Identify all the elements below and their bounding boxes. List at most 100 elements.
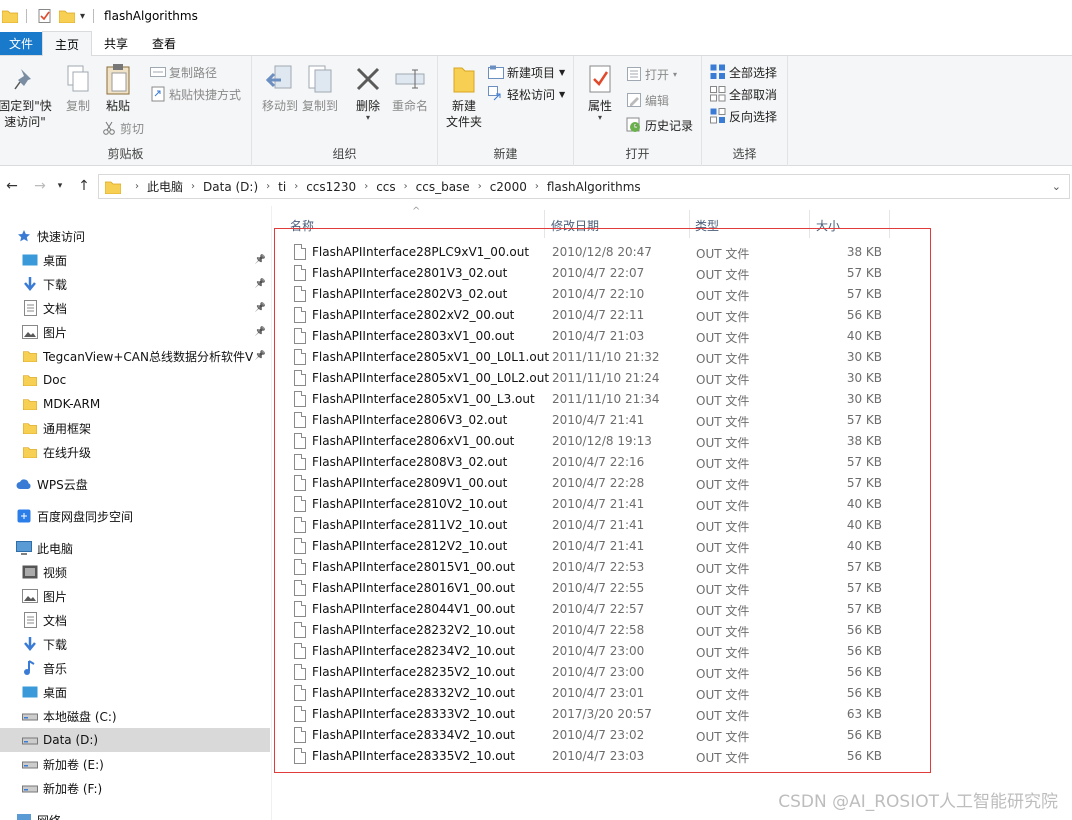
nav-quick-access-item[interactable]: MDK-ARM <box>0 392 270 416</box>
breadcrumb-item[interactable]: ccs_base <box>416 180 470 194</box>
breadcrumb-item[interactable]: ccs <box>376 180 395 194</box>
file-row[interactable]: FlashAPIInterface2801V3_02.out 2010/4/7 2… <box>292 263 922 284</box>
tab-view[interactable]: 查看 <box>140 32 188 55</box>
easy-access-button[interactable]: 轻松访问 ▼ <box>488 84 565 104</box>
file-row[interactable]: FlashAPIInterface28044V1_00.out 2010/4/7 … <box>292 599 922 620</box>
breadcrumb-separator[interactable]: › <box>478 181 482 192</box>
file-row[interactable]: FlashAPIInterface28334V2_10.out 2010/4/7 … <box>292 725 922 746</box>
nav-this-pc-item[interactable]: 音乐 <box>0 656 270 680</box>
properties-quick-icon[interactable] <box>37 9 53 23</box>
nav-quick-access-item[interactable]: TegcanView+CAN总线数据分析软件V 📌 <box>0 344 270 368</box>
file-row[interactable]: FlashAPIInterface28234V2_10.out 2010/4/7 … <box>292 641 922 662</box>
pin-icon[interactable]: 📌 <box>255 303 266 313</box>
open-button[interactable]: 打开 ▾ <box>626 64 677 84</box>
paste-button[interactable]: 粘贴 <box>90 62 146 114</box>
breadcrumb-item[interactable]: 此电脑 <box>147 178 183 195</box>
file-row[interactable]: FlashAPIInterface2809V1_00.out 2010/4/7 2… <box>292 473 922 494</box>
file-row[interactable]: FlashAPIInterface28016V1_00.out 2010/4/7 … <box>292 578 922 599</box>
back-arrow-icon[interactable]: ← <box>2 178 22 194</box>
forward-arrow-icon[interactable]: → <box>30 178 50 194</box>
nav-quick-access-item[interactable]: 文档 📌 <box>0 296 270 320</box>
nav-quick-access-item[interactable]: 通用框架 <box>0 416 270 440</box>
nav-this-pc-item[interactable]: 下载 <box>0 632 270 656</box>
file-row[interactable]: FlashAPIInterface2805xV1_00_L3.out 2011/1… <box>292 389 922 410</box>
up-arrow-icon[interactable]: ↑ <box>74 178 94 194</box>
nav-this-pc-item[interactable]: 文档 <box>0 608 270 632</box>
invert-selection-button[interactable]: 反向选择 <box>710 106 777 126</box>
nav-quick-access[interactable]: 快速访问 <box>0 224 270 248</box>
customize-qat-icon[interactable]: ▾ <box>80 11 85 22</box>
pin-icon[interactable]: 📌 <box>255 279 266 289</box>
file-row[interactable]: FlashAPIInterface2802V3_02.out 2010/4/7 2… <box>292 284 922 305</box>
nav-network[interactable]: 网络 <box>0 808 270 820</box>
file-row[interactable]: FlashAPIInterface2806V3_02.out 2010/4/7 2… <box>292 410 922 431</box>
nav-this-pc-item[interactable]: 视频 <box>0 560 270 584</box>
file-row[interactable]: FlashAPIInterface28PLC9xV1_00.out 2010/12… <box>292 242 922 263</box>
file-row[interactable]: FlashAPIInterface2806xV1_00.out 2010/12/8… <box>292 431 922 452</box>
breadcrumb-separator[interactable]: › <box>294 181 298 192</box>
nav-this-pc-item[interactable]: 本地磁盘 (C:) <box>0 704 270 728</box>
cut-button[interactable]: 剪切 <box>101 118 144 138</box>
file-row[interactable]: FlashAPIInterface2805xV1_00_L0L2.out 2011… <box>292 368 922 389</box>
breadcrumb-separator[interactable]: › <box>535 181 539 192</box>
address-bar[interactable]: › 此电脑 › Data (D:) › ti › ccs1230 › ccs ›… <box>98 174 1070 199</box>
pin-icon[interactable]: 📌 <box>255 255 266 265</box>
new-folder-button[interactable]: 新建 文件夹 <box>436 62 492 130</box>
rename-button[interactable]: 重命名 <box>382 62 438 114</box>
folder-icon <box>22 444 38 460</box>
history-button[interactable]: 历史记录 <box>626 115 693 135</box>
breadcrumb-item[interactable]: ccs1230 <box>306 180 356 194</box>
copy-path-icon <box>150 67 166 77</box>
breadcrumb-separator[interactable]: › <box>404 181 408 192</box>
file-row[interactable]: FlashAPIInterface2808V3_02.out 2010/4/7 2… <box>292 452 922 473</box>
tab-share[interactable]: 共享 <box>92 32 140 55</box>
breadcrumb-separator[interactable]: › <box>266 181 270 192</box>
properties-button[interactable]: 属性 ▾ <box>572 62 628 122</box>
select-none-button[interactable]: 全部取消 <box>710 84 777 104</box>
file-row[interactable]: FlashAPIInterface2803xV1_00.out 2010/4/7 … <box>292 326 922 347</box>
new-item-button[interactable]: 新建项目 ▼ <box>488 62 565 82</box>
nav-this-pc-item[interactable]: 桌面 <box>0 680 270 704</box>
nav-this-pc-item[interactable]: Data (D:) <box>0 728 270 752</box>
pin-quick-access-button[interactable]: 固定到"快速访问" <box>0 62 56 130</box>
nav-this-pc-item[interactable]: 新加卷 (E:) <box>0 752 270 776</box>
nav-baidu-sync[interactable]: 百度网盘同步空间 <box>0 504 270 528</box>
breadcrumb-item[interactable]: flashAlgorithms <box>547 180 641 194</box>
file-row[interactable]: FlashAPIInterface2811V2_10.out 2010/4/7 2… <box>292 515 922 536</box>
tab-file[interactable]: 文件 <box>0 32 42 55</box>
file-row[interactable]: FlashAPIInterface28015V1_00.out 2010/4/7 … <box>292 557 922 578</box>
new-folder-quick-icon[interactable] <box>59 9 75 23</box>
breadcrumb-item[interactable]: c2000 <box>490 180 527 194</box>
breadcrumb-item[interactable]: ti <box>278 180 286 194</box>
nav-quick-access-item[interactable]: 桌面 📌 <box>0 248 270 272</box>
nav-this-pc-item[interactable]: 图片 <box>0 584 270 608</box>
tab-home[interactable]: 主页 <box>42 31 93 56</box>
breadcrumb-separator[interactable]: › <box>364 181 368 192</box>
breadcrumb-item[interactable]: Data (D:) <box>203 180 258 194</box>
nav-quick-access-item[interactable]: 在线升级 <box>0 440 270 464</box>
chevron-down-icon[interactable]: ⌄ <box>1052 180 1061 193</box>
nav-this-pc[interactable]: 此电脑 <box>0 536 270 560</box>
file-row[interactable]: FlashAPIInterface2805xV1_00_L0L1.out 2011… <box>292 347 922 368</box>
paste-shortcut-button[interactable]: 粘贴快捷方式 <box>150 84 241 104</box>
nav-this-pc-item[interactable]: 新加卷 (F:) <box>0 776 270 800</box>
file-row[interactable]: FlashAPIInterface28333V2_10.out 2017/3/20… <box>292 704 922 725</box>
copy-path-button[interactable]: 复制路径 <box>150 62 217 82</box>
nav-quick-access-item[interactable]: 下载 📌 <box>0 272 270 296</box>
nav-quick-access-item[interactable]: Doc <box>0 368 270 392</box>
file-row[interactable]: FlashAPIInterface28335V2_10.out 2010/4/7 … <box>292 746 922 767</box>
file-row[interactable]: FlashAPIInterface2812V2_10.out 2010/4/7 2… <box>292 536 922 557</box>
file-row[interactable]: FlashAPIInterface2810V2_10.out 2010/4/7 2… <box>292 494 922 515</box>
file-row[interactable]: FlashAPIInterface28332V2_10.out 2010/4/7 … <box>292 683 922 704</box>
edit-button[interactable]: 编辑 <box>626 90 669 110</box>
recent-locations-icon[interactable]: ▾ <box>50 181 70 191</box>
pin-icon[interactable]: 📌 <box>255 351 266 361</box>
file-row[interactable]: FlashAPIInterface2802xV2_00.out 2010/4/7 … <box>292 305 922 326</box>
pin-icon[interactable]: 📌 <box>255 327 266 337</box>
breadcrumb-separator[interactable]: › <box>191 181 195 192</box>
nav-wps-cloud[interactable]: WPS云盘 <box>0 472 270 496</box>
file-row[interactable]: FlashAPIInterface28232V2_10.out 2010/4/7 … <box>292 620 922 641</box>
nav-quick-access-item[interactable]: 图片 📌 <box>0 320 270 344</box>
select-all-button[interactable]: 全部选择 <box>710 62 777 82</box>
file-row[interactable]: FlashAPIInterface28235V2_10.out 2010/4/7 … <box>292 662 922 683</box>
